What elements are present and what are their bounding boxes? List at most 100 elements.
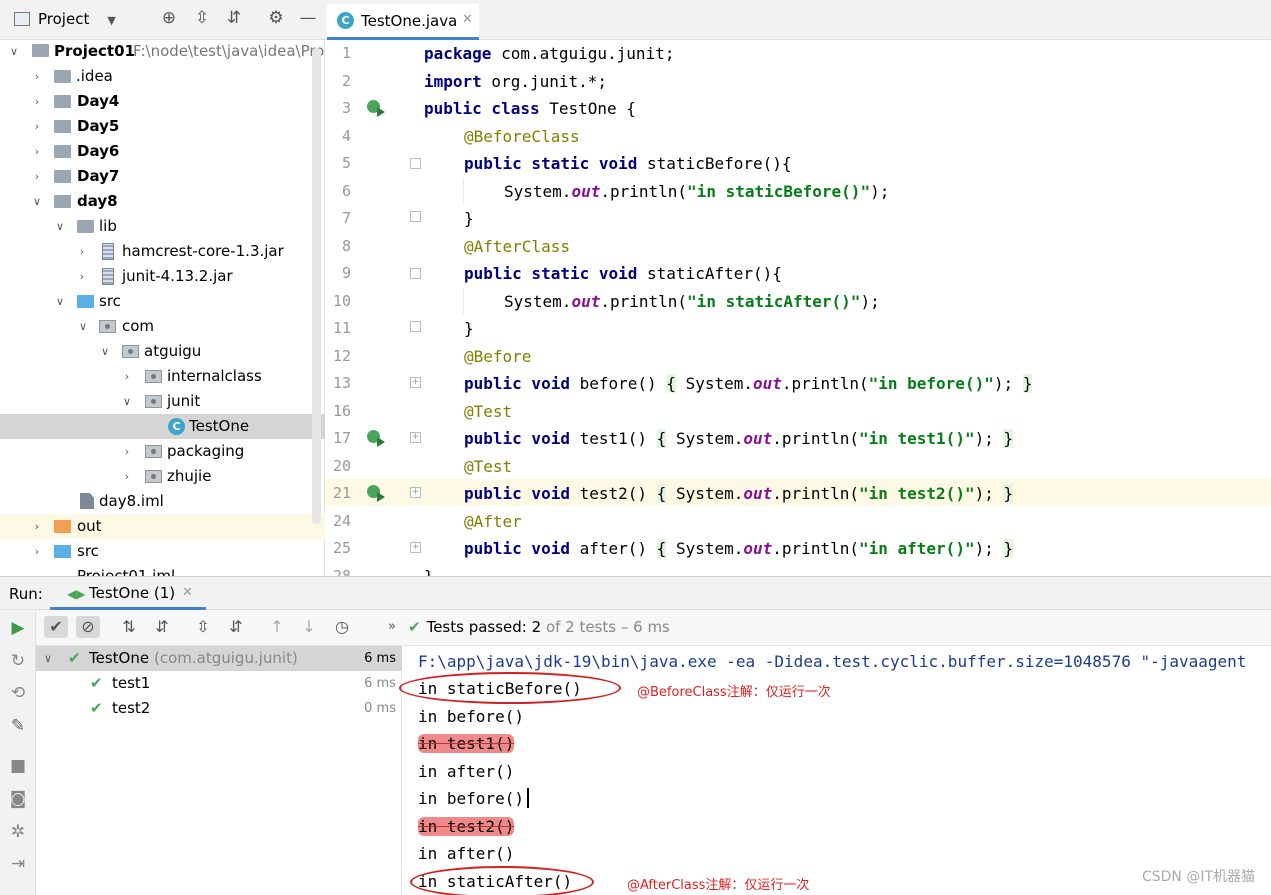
chevron-down-icon[interactable]: ∨ [98, 339, 112, 364]
run-class-icon[interactable] [367, 99, 385, 117]
expand-fold-icon[interactable]: + [410, 542, 421, 553]
chevron-right-icon[interactable]: › [30, 64, 44, 89]
show-passed-icon[interactable]: ✔ [44, 616, 68, 638]
tree-item-lib[interactable]: ∨ lib [0, 214, 325, 239]
tree-item-day6[interactable]: › Day6 [0, 139, 325, 164]
rerun-failed-icon[interactable]: ↻ [8, 651, 28, 671]
tree-item-day7[interactable]: › Day7 [0, 164, 325, 189]
chevron-down-icon[interactable]: ∨ [120, 389, 134, 414]
tree-item-testone[interactable]: C TestOne [0, 414, 325, 439]
tree-item-label: atguigu [144, 342, 202, 360]
run-config-icon: ◀▶ [67, 587, 86, 601]
camera-icon[interactable]: ◙ [8, 789, 28, 809]
tree-item-zhujie[interactable]: › zhujie [0, 464, 325, 489]
settings-icon[interactable]: ✲ [8, 822, 28, 842]
tree-item-internalclass[interactable]: › internalclass [0, 364, 325, 389]
tree-item-hamcrest-jar[interactable]: › hamcrest-core-1.3.jar [0, 239, 325, 264]
expand-fold-icon[interactable]: + [410, 432, 421, 443]
chevron-right-icon[interactable]: › [30, 89, 44, 114]
close-icon[interactable]: ✕ [182, 585, 193, 600]
tree-item-packaging[interactable]: › packaging [0, 439, 325, 464]
chevron-right-icon[interactable]: › [75, 239, 89, 264]
project-view-selector[interactable]: Project ▼ [14, 10, 116, 28]
line-number: 25 [332, 539, 351, 557]
chevron-down-icon[interactable]: ∨ [53, 289, 67, 314]
expand-fold-icon[interactable]: + [410, 377, 421, 388]
tree-item-out[interactable]: › out [0, 514, 325, 539]
code-line-5: public static void staticBefore(){ [464, 154, 792, 173]
exit-icon[interactable]: ⇥ [8, 854, 28, 874]
tree-item-day8-iml[interactable]: day8.iml [0, 489, 325, 514]
show-ignored-icon[interactable]: ⊘ [76, 616, 100, 638]
chevron-down-icon[interactable]: ∨ [53, 214, 67, 239]
run-test-icon[interactable] [367, 484, 385, 502]
line-number: 1 [341, 44, 351, 62]
close-icon[interactable]: ✕ [462, 12, 473, 27]
hide-icon[interactable]: — [297, 8, 319, 28]
run-test-icon[interactable] [367, 429, 385, 447]
run-tab-testone[interactable]: ◀▶ TestOne (1) ✕ [50, 579, 206, 610]
console-line: in after() [418, 762, 515, 781]
test-row-test1[interactable]: ✔ test1 6 ms [36, 671, 402, 696]
tree-item-project01-iml[interactable]: Project01.iml [0, 564, 325, 576]
chevron-right-icon[interactable]: › [120, 439, 134, 464]
fold-icon[interactable] [410, 211, 421, 222]
checkmark-icon: ✔ [408, 618, 421, 636]
tree-item-src-root[interactable]: › src [0, 539, 325, 564]
stop-icon[interactable]: ■ [8, 756, 28, 776]
chevron-right-icon[interactable]: › [30, 139, 44, 164]
previous-test-icon[interactable]: ↑ [265, 616, 289, 638]
wrench-icon[interactable]: ✎ [8, 716, 28, 736]
package-icon [122, 345, 139, 358]
chevron-down-icon[interactable]: ∨ [7, 39, 21, 64]
code-line-12: @Before [464, 347, 532, 366]
chevron-right-icon[interactable]: › [120, 364, 134, 389]
expand-all-icon[interactable]: ⇳ [191, 8, 213, 28]
tree-item-day4[interactable]: › Day4 [0, 89, 325, 114]
folder-icon [54, 70, 71, 83]
chevron-right-icon[interactable]: › [30, 514, 44, 539]
tree-item-day8[interactable]: ∨ day8 [0, 189, 325, 214]
chevron-right-icon[interactable]: › [30, 164, 44, 189]
tab-testone-java[interactable]: C TestOne.java ✕ [327, 4, 479, 40]
chevron-right-icon[interactable]: › [30, 539, 44, 564]
collapse-all-icon[interactable]: ⇵ [223, 8, 245, 28]
code-line-17: public void test1() { System.out.println… [464, 429, 1014, 448]
tree-item-label: out [77, 517, 102, 535]
expand-all-icon[interactable]: ⇳ [191, 616, 215, 638]
test-row-testone[interactable]: ∨ ✔ TestOne (com.atguigu.junit) 6 ms [36, 646, 402, 671]
tree-item-junit[interactable]: ∨ junit [0, 389, 325, 414]
folder-icon [54, 145, 71, 158]
locate-icon[interactable]: ⊕ [158, 8, 180, 28]
more-icon[interactable]: » [380, 616, 404, 638]
chevron-down-icon[interactable]: ∨ [76, 314, 90, 339]
sort-duration-icon[interactable]: ⇵ [150, 616, 174, 638]
tree-item-idea[interactable]: › .idea [0, 64, 325, 89]
chevron-down-icon[interactable]: ∨ [44, 646, 52, 671]
test-row-test2[interactable]: ✔ test2 0 ms [36, 696, 402, 721]
next-test-icon[interactable]: ↓ [297, 616, 321, 638]
tree-item-src[interactable]: ∨ src [0, 289, 325, 314]
tree-item-project01[interactable]: ∨ Project01 F:\node\test\java\idea\Pro [0, 39, 325, 64]
chevron-right-icon[interactable]: › [120, 464, 134, 489]
test-history-icon[interactable]: ◷ [330, 616, 354, 638]
tree-scrollbar[interactable] [312, 48, 321, 524]
fold-icon[interactable] [410, 268, 421, 279]
fold-icon[interactable] [410, 158, 421, 169]
expand-fold-icon[interactable]: + [410, 487, 421, 498]
collapse-all-icon[interactable]: ⇵ [224, 616, 248, 638]
fold-icon[interactable] [410, 321, 421, 332]
toggle-auto-test-icon[interactable]: ⟲ [8, 683, 28, 703]
test-name: test2 [112, 699, 151, 717]
rerun-icon[interactable]: ▶ [8, 618, 28, 638]
sort-alpha-icon[interactable]: ⇅ [117, 616, 141, 638]
tree-item-junit-jar[interactable]: › junit-4.13.2.jar [0, 264, 325, 289]
tree-item-day5[interactable]: › Day5 [0, 114, 325, 139]
gear-icon[interactable]: ⚙ [265, 8, 287, 28]
tree-item-com[interactable]: ∨ com [0, 314, 325, 339]
chevron-right-icon[interactable]: › [30, 114, 44, 139]
tree-item-atguigu[interactable]: ∨ atguigu [0, 339, 325, 364]
chevron-right-icon[interactable]: › [75, 264, 89, 289]
chevron-down-icon[interactable]: ∨ [30, 189, 44, 214]
watermark: CSDN @IT机器猫 [1141, 869, 1255, 885]
